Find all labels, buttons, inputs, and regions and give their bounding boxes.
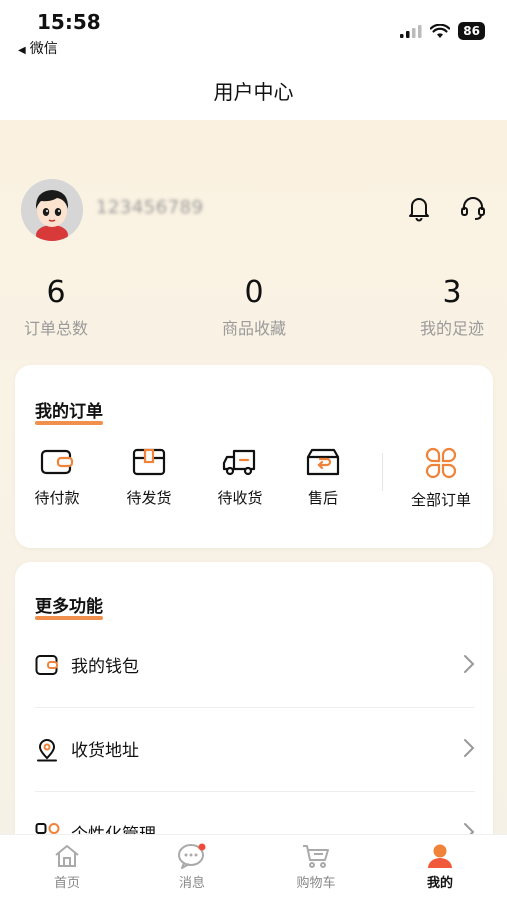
menu-item-wallet[interactable]: 我的钱包 — [35, 624, 475, 708]
home-icon — [55, 845, 79, 867]
person-icon — [428, 844, 452, 868]
order-label: 待发货 — [126, 489, 172, 507]
tab-cart[interactable]: 购物车 — [266, 843, 366, 891]
order-pending-shipment[interactable]: 待发货 — [114, 447, 184, 508]
bell-icon[interactable] — [405, 194, 433, 222]
more-card: 更多功能 我的钱包 收货地址 个性化管理 — [15, 562, 493, 862]
signal-icon — [400, 25, 422, 38]
tab-label: 我的 — [426, 876, 453, 891]
tab-bar: 首页 消息 购物车 我的 — [0, 834, 507, 900]
cart-icon — [303, 845, 329, 868]
battery-indicator: 86 — [458, 22, 485, 40]
stat-value: 6 — [46, 275, 66, 310]
stat-label: 商品收藏 — [221, 319, 286, 338]
stat-value: 3 — [442, 275, 462, 310]
truck-icon — [222, 449, 256, 476]
orders-divider — [382, 453, 383, 491]
order-all[interactable]: 全部订单 — [405, 447, 477, 510]
status-time: 15:58 — [37, 10, 101, 34]
stat-footprints[interactable]: 3 我的足迹 — [392, 275, 507, 339]
status-icons: 86 — [400, 22, 485, 40]
stat-label: 订单总数 — [23, 319, 88, 338]
chat-icon — [178, 843, 206, 869]
headset-icon[interactable] — [459, 194, 487, 222]
tab-label: 首页 — [53, 876, 80, 891]
avatar-face-icon — [21, 179, 83, 241]
menu-item-address[interactable]: 收货地址 — [35, 708, 475, 792]
title-underline — [35, 421, 103, 425]
status-bar: 15:58 ◀ 微信 86 — [0, 0, 507, 60]
chevron-right-icon — [464, 739, 475, 757]
stat-orders[interactable]: 6 订单总数 — [0, 275, 116, 339]
tab-messages[interactable]: 消息 — [142, 843, 242, 891]
stat-label: 我的足迹 — [419, 319, 484, 338]
order-after-sales[interactable]: 售后 — [288, 447, 358, 508]
orders-card: 我的订单 待付款 待发货 待收货 售后 全部订单 — [15, 365, 493, 548]
package-icon — [132, 448, 166, 476]
back-to-wechat[interactable]: ◀ 微信 — [18, 38, 58, 58]
stat-value: 0 — [244, 275, 264, 310]
back-label: 微信 — [29, 41, 58, 57]
tab-label: 购物车 — [296, 876, 336, 891]
tab-home[interactable]: 首页 — [17, 843, 117, 891]
order-label: 待收货 — [217, 489, 263, 507]
title-underline — [35, 616, 103, 620]
orders-title: 我的订单 — [35, 397, 103, 425]
stat-favorites[interactable]: 0 商品收藏 — [194, 275, 314, 339]
location-pin-icon — [37, 739, 57, 762]
wallet-icon — [40, 449, 74, 475]
wifi-icon — [430, 23, 451, 38]
menu-label: 收货地址 — [71, 741, 139, 761]
more-title: 更多功能 — [35, 592, 103, 620]
order-label: 售后 — [307, 489, 338, 507]
back-triangle-icon: ◀ — [18, 45, 26, 56]
chevron-right-icon — [464, 655, 475, 673]
tab-mine[interactable]: 我的 — [390, 843, 490, 891]
return-box-icon — [306, 448, 340, 476]
order-label: 全部订单 — [410, 491, 471, 509]
avatar[interactable] — [21, 179, 83, 241]
stats-row: 6 订单总数 0 商品收藏 3 我的足迹 — [0, 275, 507, 345]
order-pending-payment[interactable]: 待付款 — [22, 447, 92, 508]
order-label: 待付款 — [34, 489, 80, 507]
more-title-text: 更多功能 — [35, 597, 103, 617]
wallet-icon — [35, 655, 58, 675]
menu-label: 我的钱包 — [71, 657, 139, 677]
user-id: 123456789 — [96, 197, 204, 218]
page-title: 用户中心 — [213, 80, 294, 104]
grid-clover-icon — [425, 447, 457, 479]
tab-label: 消息 — [178, 876, 205, 891]
orders-title-text: 我的订单 — [35, 402, 103, 422]
order-pending-receipt[interactable]: 待收货 — [205, 447, 275, 508]
